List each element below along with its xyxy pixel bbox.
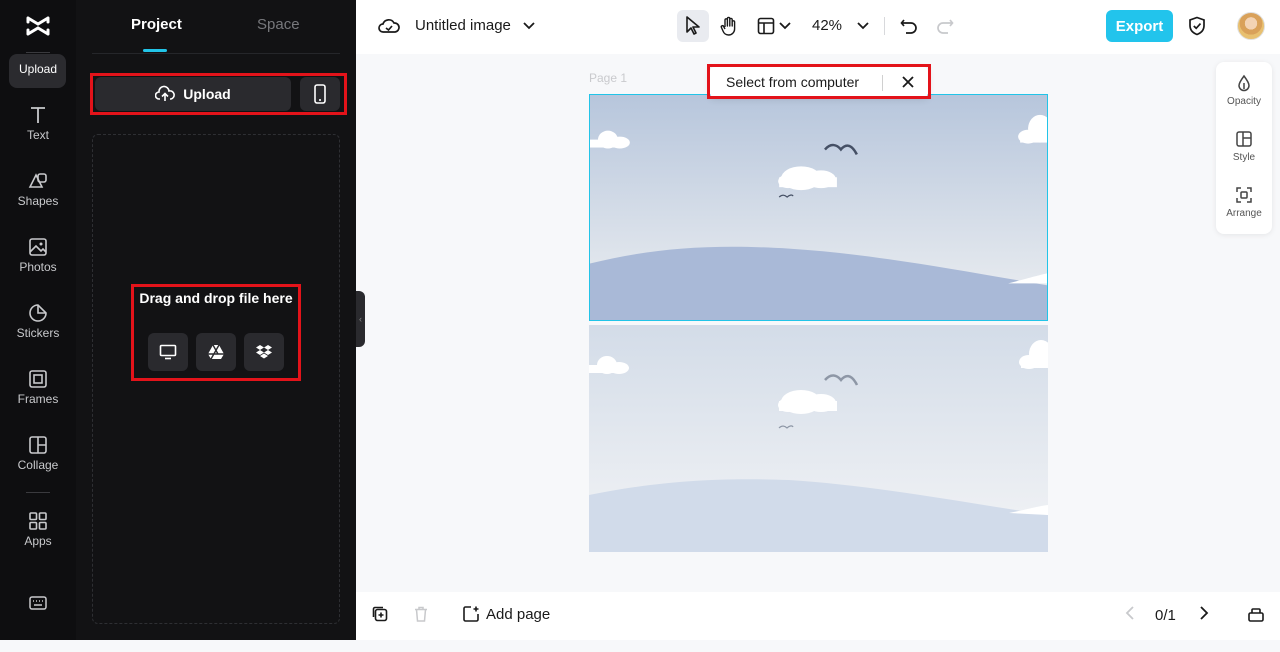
rail-item-label: Text: [26, 128, 49, 142]
page-manager-button[interactable]: [1247, 605, 1265, 623]
frames-icon: [29, 370, 47, 388]
duplicate-page-icon: [372, 606, 388, 622]
text-icon: [31, 107, 45, 123]
opacity-button[interactable]: Opacity: [1216, 74, 1272, 124]
previous-page-button[interactable]: [1124, 605, 1136, 621]
rail-item-label: Stickers: [16, 326, 60, 340]
arrange-label: Arrange: [1226, 208, 1262, 219]
add-page-button[interactable]: Add page: [462, 605, 550, 623]
export-button-label: Export: [1115, 17, 1164, 35]
redo-button[interactable]: [934, 10, 956, 42]
duplicate-page-button[interactable]: [371, 605, 389, 623]
capcut-logo-icon[interactable]: [24, 12, 52, 40]
page-counter: 0/1: [1155, 607, 1176, 624]
security-shield-icon[interactable]: [1186, 10, 1208, 42]
rail-item-label: Frames: [17, 392, 59, 406]
rail-item-photos[interactable]: Photos: [0, 236, 76, 296]
chevron-down-icon: [779, 22, 791, 30]
hand-tool-button[interactable]: [713, 10, 745, 42]
hand-icon: [720, 16, 736, 36]
rail-item-label: Shapes: [17, 194, 59, 208]
chevron-right-icon: [1200, 606, 1209, 620]
toolbar-divider: [884, 17, 885, 35]
panel-divider: [92, 53, 340, 54]
rail-item-frames[interactable]: Frames: [0, 368, 76, 428]
add-page-label: Add page: [486, 605, 551, 623]
placeholder-image: [589, 325, 1048, 552]
active-tab-indicator: [143, 49, 167, 52]
tab-project[interactable]: Project: [131, 16, 182, 33]
undo-icon: [900, 19, 917, 34]
page-label: Page 1: [589, 71, 628, 85]
zoom-chevron-down-icon[interactable]: [855, 10, 871, 42]
next-page-button[interactable]: [1198, 605, 1210, 621]
highlight-box-toast: [707, 64, 931, 99]
rail-item-label: Upload: [18, 62, 58, 76]
add-page-icon: [463, 606, 479, 622]
trash-icon: [415, 606, 427, 622]
rail-item-shapes[interactable]: Shapes: [0, 170, 76, 230]
rail-item-collage[interactable]: Collage: [0, 434, 76, 494]
arrange-icon: [1236, 187, 1252, 203]
stickers-icon: [29, 304, 47, 322]
collage-icon: [29, 436, 47, 454]
tab-space[interactable]: Space: [257, 16, 300, 33]
rail-item-label: Collage: [17, 458, 59, 472]
delete-page-button[interactable]: [412, 605, 430, 623]
rail-item-stickers[interactable]: Stickers: [0, 302, 76, 362]
cloud-sync-icon[interactable]: [376, 10, 402, 42]
user-avatar[interactable]: [1237, 12, 1265, 40]
left-rail: Upload Text Shapes Photos Stickers Frame…: [0, 0, 76, 640]
canvas-page-1[interactable]: [589, 94, 1048, 321]
keyboard-icon: [29, 596, 47, 610]
arrange-button[interactable]: Arrange: [1216, 186, 1272, 236]
rail-item-apps[interactable]: Apps: [0, 510, 76, 570]
highlight-box-drop-zone: [131, 284, 301, 381]
undo-button[interactable]: [898, 10, 920, 42]
collapse-panel-handle[interactable]: ‹: [356, 291, 365, 347]
opacity-icon: [1238, 74, 1250, 92]
select-tool-button[interactable]: [677, 10, 709, 42]
style-icon: [1236, 131, 1252, 147]
chevron-left-icon: [1125, 606, 1134, 620]
opacity-label: Opacity: [1227, 96, 1261, 107]
cursor-arrow-icon: [686, 16, 700, 35]
placeholder-image: [590, 95, 1047, 320]
shapes-icon: [28, 173, 47, 188]
apps-icon: [29, 512, 47, 530]
rail-item-label: Photos: [19, 260, 57, 274]
style-label: Style: [1232, 152, 1256, 163]
title-chevron-down-icon[interactable]: [520, 10, 538, 42]
document-title[interactable]: Untitled image: [415, 17, 511, 34]
properties-panel: Opacity Style Arrange: [1216, 62, 1272, 234]
highlight-box-upload: [90, 73, 347, 115]
rail-item-text[interactable]: Text: [0, 104, 76, 164]
redo-icon: [937, 19, 954, 34]
layout-menu-button[interactable]: [754, 10, 794, 42]
zoom-level[interactable]: 42%: [812, 17, 842, 34]
keyboard-shortcuts-button[interactable]: [0, 592, 76, 652]
rail-divider: [26, 52, 50, 53]
layout-icon: [757, 17, 775, 35]
photos-icon: [29, 238, 47, 256]
canvas-page-2[interactable]: [589, 325, 1048, 552]
rail-divider: [26, 492, 50, 493]
style-button[interactable]: Style: [1216, 130, 1272, 180]
export-button[interactable]: Export: [1106, 10, 1173, 42]
page-manager-icon: [1248, 608, 1264, 622]
rail-item-label: Apps: [24, 534, 52, 548]
